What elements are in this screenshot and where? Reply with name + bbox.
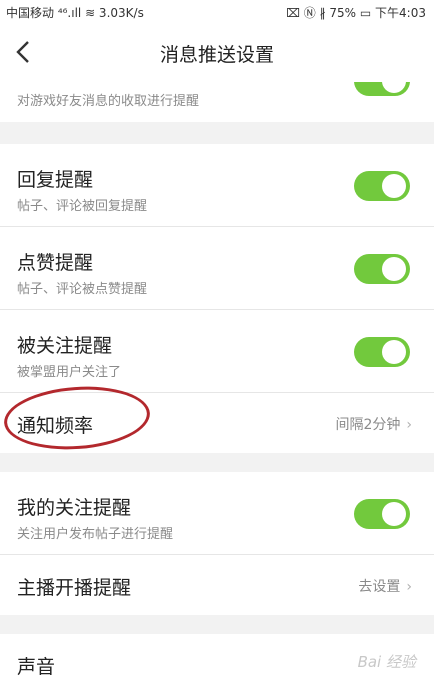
toggle-knob [382, 340, 406, 364]
broadcast-value-text: 去设置 [358, 579, 401, 595]
game-friend-subtitle: 对游戏好友消息的收取进行提醒 [17, 94, 200, 109]
title-bar: 消息推送设置 [0, 22, 434, 82]
status-left: 中国移动 ⁴⁶.ıll ≋ 3.03K/s [6, 6, 144, 20]
like-reminder-title: 点赞提醒 [17, 252, 94, 274]
reply-reminder-toggle[interactable] [354, 171, 410, 201]
broadcast-reminder-title: 主播开播提醒 [17, 577, 132, 599]
broadcast-reminder-row[interactable]: 主播开播提醒 去设置 › [0, 555, 434, 615]
toggle-knob [382, 174, 406, 198]
toggle-knob [382, 82, 406, 93]
reply-reminder-row: 回复提醒 帖子、评论被回复提醒 [0, 144, 434, 227]
reply-reminder-subtitle: 帖子、评论被回复提醒 [17, 199, 148, 214]
chevron-right-icon: › [406, 417, 412, 433]
like-reminder-subtitle: 帖子、评论被点赞提醒 [17, 282, 148, 297]
status-right: ⌧ Ⓝ ∦ 75% ▭ 下午4:03 [286, 6, 426, 20]
chevron-right-icon: › [406, 579, 412, 595]
my-follow-reminder-row: 我的关注提醒 关注用户发布帖子进行提醒 [0, 472, 434, 555]
reply-reminder-title: 回复提醒 [17, 169, 94, 191]
page-title: 消息推送设置 [159, 44, 274, 66]
my-follow-reminder-toggle[interactable] [354, 499, 410, 529]
follow-reminder-subtitle: 被掌盟用户关注了 [17, 365, 122, 380]
my-follow-reminder-subtitle: 关注用户发布帖子进行提醒 [17, 527, 174, 542]
watermark: Bai 经验 [357, 653, 416, 671]
sound-title: 声音 [17, 656, 56, 678]
frequency-value-text: 间隔2分钟 [335, 417, 401, 433]
settings-group-2: 我的关注提醒 关注用户发布帖子进行提醒 主播开播提醒 去设置 › [0, 472, 434, 615]
toggle-knob [382, 257, 406, 281]
game-friend-row: 对游戏好友消息的收取进行提醒 [0, 82, 434, 122]
status-bar: 中国移动 ⁴⁶.ıll ≋ 3.03K/s ⌧ Ⓝ ∦ 75% ▭ 下午4:03 [0, 0, 434, 22]
like-reminder-toggle[interactable] [354, 254, 410, 284]
my-follow-reminder-title: 我的关注提醒 [17, 497, 132, 519]
broadcast-reminder-value: 去设置 › [358, 576, 412, 596]
follow-reminder-title: 被关注提醒 [17, 335, 113, 357]
follow-reminder-toggle[interactable] [354, 337, 410, 367]
game-friend-toggle[interactable] [354, 82, 410, 96]
notification-frequency-value: 间隔2分钟 › [335, 414, 412, 434]
toggle-knob [382, 502, 406, 526]
follow-reminder-row: 被关注提醒 被掌盟用户关注了 [0, 310, 434, 393]
like-reminder-row: 点赞提醒 帖子、评论被点赞提醒 [0, 227, 434, 310]
